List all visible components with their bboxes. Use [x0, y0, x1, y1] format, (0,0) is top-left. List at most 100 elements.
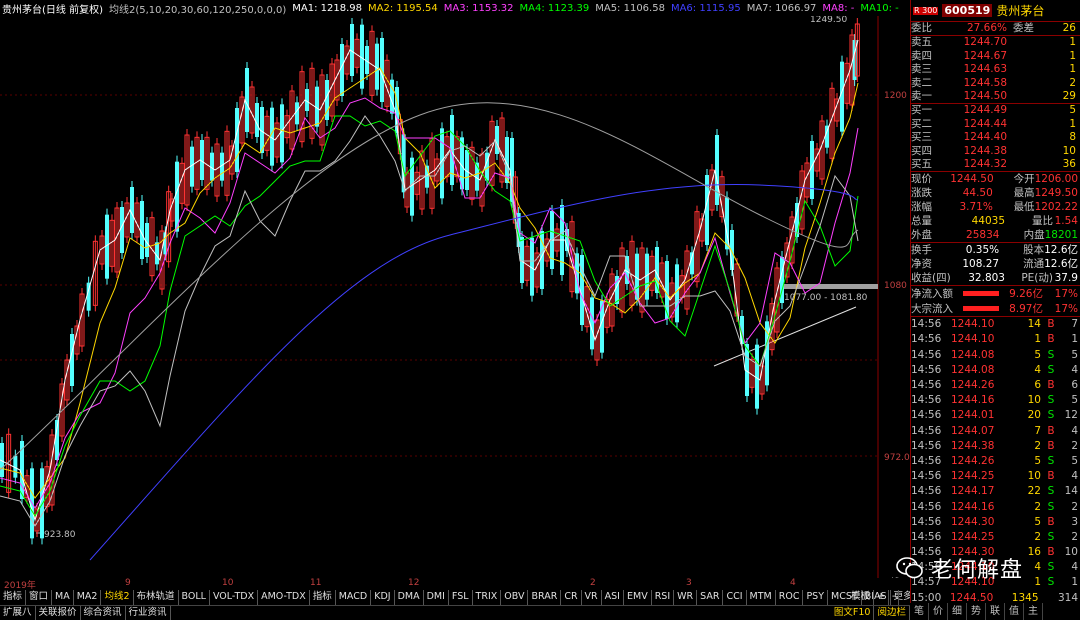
- bottom-tab[interactable]: 扩展八: [0, 606, 36, 620]
- stats-value2: 1249.50: [1034, 187, 1078, 200]
- stats2-label2: PE(动): [1021, 272, 1053, 285]
- indicator-tab[interactable]: KDJ: [371, 590, 395, 605]
- indicator-tab[interactable]: MA: [52, 590, 74, 605]
- tick-side: S: [1047, 500, 1055, 513]
- indicator-tab[interactable]: EMV: [624, 590, 652, 605]
- right-bottom-tab[interactable]: 主: [1024, 603, 1043, 620]
- sells-vol: 1: [1069, 63, 1076, 76]
- tick-volume: 2: [1034, 439, 1041, 452]
- tick-row: 14:56 1244.16 2 S 2: [911, 500, 1080, 515]
- indicator-tab[interactable]: RSI: [652, 590, 675, 605]
- indicator-tab[interactable]: ASI: [602, 590, 624, 605]
- indicator-tab[interactable]: 布林轨道: [134, 590, 179, 605]
- tick-time: 14:56: [911, 485, 942, 498]
- indicator-tab[interactable]: SAR: [697, 590, 724, 605]
- sells-label: 卖二: [911, 76, 932, 89]
- sells-price[interactable]: 1244.50: [951, 90, 1007, 103]
- bottom-tab[interactable]: 行业资讯: [126, 606, 171, 620]
- right-bottom-tab[interactable]: 值: [1005, 603, 1024, 620]
- right-bottom-tab[interactable]: 细: [948, 603, 967, 620]
- indicator-tab[interactable]: DMI: [424, 590, 449, 605]
- tick-price: 1244.25: [951, 470, 995, 483]
- sells-price[interactable]: 1244.58: [951, 77, 1007, 90]
- date-label: 4: [790, 578, 796, 588]
- right-bottom-tab[interactable]: 笔: [910, 603, 929, 620]
- stats-row: 外盘 25834 内盘 18201: [911, 228, 1080, 242]
- sells-price[interactable]: 1244.63: [951, 63, 1007, 76]
- indicator-tab[interactable]: MACD: [336, 590, 372, 605]
- tab-right-item[interactable]: +: [874, 590, 889, 605]
- tick-count: 1: [1071, 576, 1078, 589]
- tab-right-item[interactable]: 模板: [848, 590, 875, 605]
- stock-name[interactable]: 贵州茅台: [996, 2, 1044, 19]
- tick-price: 1244.38: [951, 439, 995, 452]
- indicator-tab[interactable]: MA2: [74, 590, 102, 605]
- tab-right-item[interactable]: -: [889, 590, 900, 605]
- stats2-value2: 37.9: [1054, 272, 1078, 285]
- indicator-tab[interactable]: CR: [561, 590, 582, 605]
- indicator-tab[interactable]: 指标: [0, 590, 27, 605]
- sells-vol: 29: [1062, 89, 1076, 102]
- indicator-tab[interactable]: 均线2: [101, 590, 134, 605]
- buys-label: 买三: [911, 131, 932, 144]
- kline-svg[interactable]: 1249.50 1200 1080 972.0 923.80 1077.00 - 1081…: [0, 0, 910, 578]
- indicator-tab[interactable]: BOLL: [179, 590, 210, 605]
- tick-time: 14:56: [911, 333, 942, 346]
- bottom-tab[interactable]: 关联报价: [36, 606, 81, 620]
- watermark: 老何解盘: [895, 552, 1023, 584]
- stats-label: 涨跌: [911, 187, 932, 200]
- indicator-tab[interactable]: VR: [582, 590, 602, 605]
- indicator-tab[interactable]: AMO-TDX: [258, 590, 310, 605]
- tick-price: 1244.25: [951, 530, 995, 543]
- buys-price[interactable]: 1244.38: [951, 145, 1007, 158]
- indicator-tab[interactable]: PSY: [803, 590, 829, 605]
- buys-price[interactable]: 1244.40: [951, 131, 1007, 144]
- right-bottom-tab[interactable]: 联: [986, 603, 1005, 620]
- candle-down: [590, 297, 594, 350]
- stats-label: 现价: [911, 173, 932, 186]
- bottom-right-tab[interactable]: 图文F10: [831, 606, 875, 620]
- indicator-tab[interactable]: 窗口: [26, 590, 53, 605]
- indicator-tab[interactable]: TRIX: [473, 590, 502, 605]
- stats2-row: 收益(四) 32.803 PE(动) 37.9: [911, 271, 1080, 285]
- indicator-name[interactable]: 均线2(5,10,20,30,60,120,250,0,0,0): [109, 1, 286, 16]
- indicator-tabs: 指标 窗口 MA MA2 均线2 布林轨道 BOLL VOL-TDX AMO-TDX 指标 MACD…: [0, 590, 932, 605]
- indicator-tab[interactable]: VOL-TDX: [210, 590, 259, 605]
- date-axis: 2019年 9 10 11 12 2 3 4: [0, 578, 910, 591]
- bottom-right-tab[interactable]: 阅边栏: [874, 606, 910, 620]
- indicator-tab[interactable]: FSL: [449, 590, 473, 605]
- ma-legend-bar: 贵州茅台(日线 前复权) 均线2(5,10,20,30,60,120,250,0…: [0, 0, 910, 16]
- stats2-label2: 流通: [1023, 258, 1045, 271]
- ma-item: MA1: 1218.98: [292, 2, 363, 14]
- right-bottom-tab[interactable]: 价: [929, 603, 948, 620]
- tick-time: 14:56: [911, 530, 942, 543]
- stock-code[interactable]: 600519: [942, 4, 993, 17]
- sells-price[interactable]: 1244.70: [951, 36, 1007, 49]
- buys-price[interactable]: 1244.49: [951, 104, 1007, 117]
- candle-down: [175, 161, 179, 232]
- stats-label: 涨幅: [911, 201, 932, 214]
- buys-price[interactable]: 1244.44: [951, 118, 1007, 131]
- bottom-tab[interactable]: 综合资讯: [81, 606, 126, 620]
- price-label: 1249.50: [810, 15, 847, 25]
- tick-row: 14:56 1244.08 4 S 4: [911, 363, 1080, 378]
- buys-price[interactable]: 1244.32: [951, 158, 1007, 171]
- tick-count: 2: [1071, 500, 1078, 513]
- low-price-label: 923.80: [44, 530, 76, 540]
- indicator-tab[interactable]: CCI: [723, 590, 747, 605]
- indicator-tab[interactable]: WR: [674, 590, 698, 605]
- tick-side: S: [1047, 363, 1055, 376]
- kline-chart[interactable]: 1249.50 1200 1080 972.0 923.80 1077.00 - 1081…: [0, 0, 910, 578]
- indicator-tab[interactable]: DMA: [395, 590, 424, 605]
- indicator-tab[interactable]: OBV: [501, 590, 529, 605]
- indicator-tab[interactable]: MTM: [747, 590, 776, 605]
- tick-row: 14:56 1244.07 7 B 4: [911, 424, 1080, 439]
- indicator-tab[interactable]: 指标: [310, 590, 336, 605]
- buys-label: 买一: [911, 104, 932, 117]
- tick-time: 14:56: [911, 379, 942, 392]
- indicator-tab[interactable]: BRAR: [528, 590, 562, 605]
- indicator-tab[interactable]: ROC: [776, 590, 804, 605]
- tick-count: 14: [1064, 485, 1078, 498]
- sells-price[interactable]: 1244.67: [951, 50, 1007, 63]
- right-bottom-tab[interactable]: 势: [967, 603, 986, 620]
